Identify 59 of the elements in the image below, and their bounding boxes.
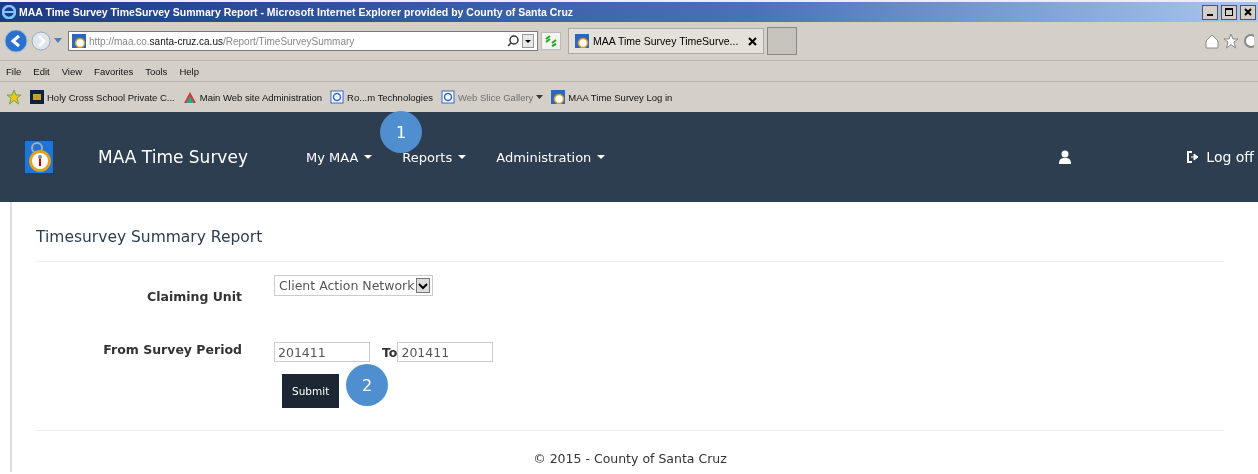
menu-item[interactable]: Help <box>179 65 199 77</box>
home-icon[interactable] <box>1204 33 1220 49</box>
url-text: http://maa.co.santa-cruz.ca.us/Report/TimeSurveySummary <box>89 35 355 47</box>
page-heading: Timesurvey Summary Report <box>36 202 1224 262</box>
menu-item[interactable]: Edit <box>33 65 50 77</box>
caret-icon <box>364 154 373 160</box>
to-period-field[interactable]: 201411 <box>397 342 494 362</box>
logoff-link[interactable]: Log off <box>1186 149 1254 165</box>
caret-icon <box>458 154 467 160</box>
logout-icon <box>1186 151 1201 163</box>
search-icon <box>507 35 519 47</box>
menu-item[interactable]: View <box>61 65 83 77</box>
footer-text: © 2015 - County of Santa Cruz <box>532 450 728 466</box>
caret-icon <box>536 94 544 100</box>
dropdown-icon <box>416 278 431 293</box>
nav-menu[interactable]: My MAA <box>305 149 373 165</box>
people-icon <box>182 90 197 104</box>
menu-item[interactable]: Favorites <box>94 65 134 77</box>
submit-button[interactable]: Submit <box>282 374 340 408</box>
from-period-field[interactable]: 201411 <box>274 342 370 362</box>
step-badge: 2 <box>346 364 388 406</box>
favorites-star-icon[interactable] <box>6 89 22 105</box>
stopwatch-logo-icon[interactable] <box>24 140 54 174</box>
nav-menu[interactable]: Administration <box>496 149 606 165</box>
field-label: Claiming Unit <box>146 288 242 304</box>
window-title: MAA Time Survey TimeSurvey Summary Report - Microsoft Internet Explorer provided by County of Santa Cruz <box>19 6 574 18</box>
back-icon[interactable] <box>4 29 28 53</box>
browser-tab[interactable]: MAA Time Survey TimeSurve... <box>568 28 765 54</box>
favorite-link[interactable]: Ro...m Technologies <box>330 90 433 104</box>
claiming-unit-select[interactable]: Client Action Network <box>274 275 434 296</box>
maximize-icon <box>1225 8 1233 16</box>
new-tab-button[interactable] <box>767 27 798 55</box>
brand-link[interactable]: MAA Time Survey <box>98 147 248 167</box>
field-label: From Survey Period <box>102 341 242 357</box>
address-field[interactable]: http://maa.co.santa-cruz.ca.us/Report/TimeSurveySummary <box>68 31 538 51</box>
browser-page-icon <box>330 90 345 104</box>
dropdown-icon[interactable] <box>522 34 534 48</box>
browser-page-icon <box>441 90 455 104</box>
maximize-button[interactable] <box>1221 4 1237 20</box>
favorite-link[interactable]: Main Web site Administration <box>182 90 323 104</box>
close-icon <box>1244 8 1252 16</box>
close-icon[interactable] <box>748 36 758 46</box>
favorite-link[interactable]: MAA Time Survey Log in <box>551 90 673 104</box>
page-icon <box>72 34 86 48</box>
school-logo-icon <box>30 90 44 104</box>
page-icon <box>575 34 589 48</box>
user-icon <box>1059 150 1072 164</box>
star-icon[interactable] <box>1223 33 1239 49</box>
menu-item[interactable]: File <box>6 65 22 77</box>
forward-icon[interactable] <box>31 31 51 51</box>
field-label: To <box>382 344 398 360</box>
caret-icon <box>597 154 606 160</box>
menu-item[interactable]: Tools <box>145 65 168 77</box>
minimize-button[interactable] <box>1202 4 1218 20</box>
page-icon <box>551 90 566 104</box>
favorite-link[interactable]: Holy Cross School Private C... <box>30 90 175 104</box>
tab-title: MAA Time Survey TimeSurve... <box>593 35 739 47</box>
refresh-icon[interactable] <box>541 32 561 50</box>
close-button[interactable] <box>1240 4 1256 20</box>
